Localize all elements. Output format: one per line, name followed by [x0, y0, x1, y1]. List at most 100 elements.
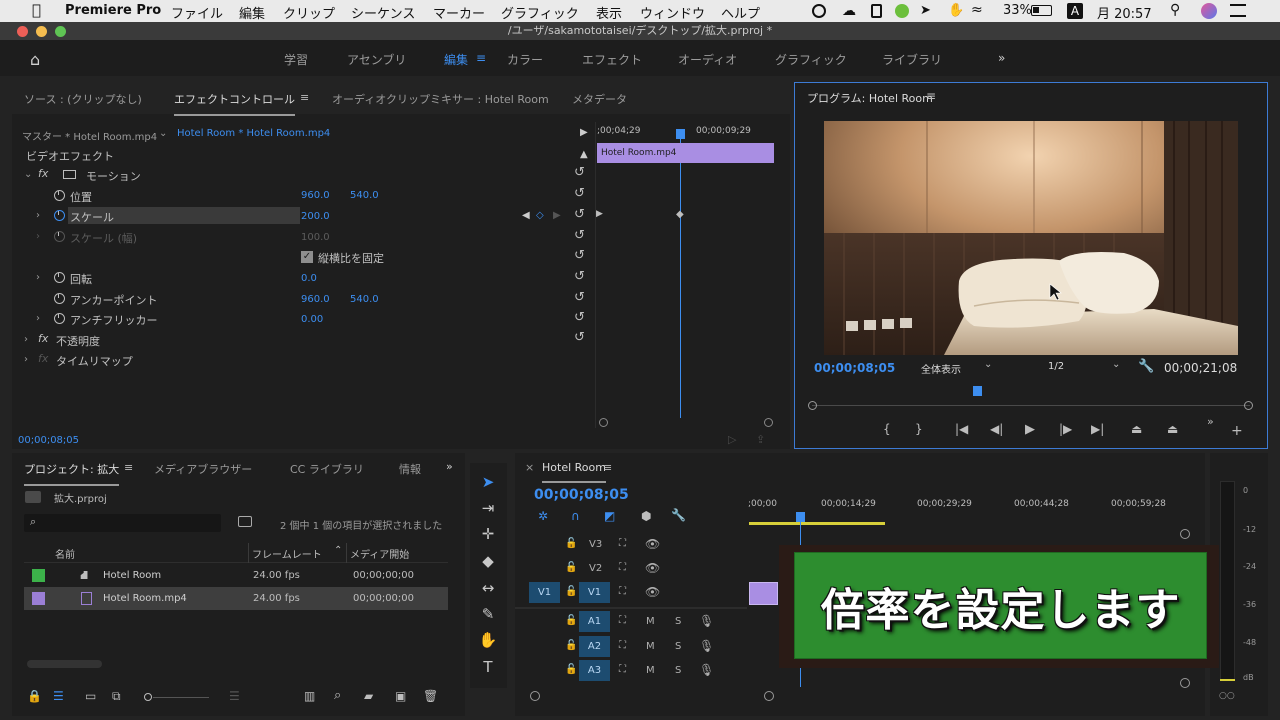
lock-icon[interactable]: 🔓	[565, 615, 577, 626]
reset-icon[interactable]: ↺	[574, 249, 588, 263]
ripple-edit-tool-icon[interactable]: ✛	[478, 525, 498, 545]
keyframe-start-icon[interactable]: ▶	[596, 209, 603, 219]
column-divider[interactable]	[346, 543, 347, 563]
video-clip[interactable]	[749, 582, 778, 605]
item-name[interactable]: Hotel Room.mp4	[103, 593, 187, 604]
master-clip-label[interactable]: マスター * Hotel Room.mp4	[22, 128, 157, 143]
scroll-handle[interactable]	[764, 691, 774, 701]
menu-clip[interactable]: クリップ	[283, 3, 335, 22]
arrow-icon[interactable]: ➤	[920, 3, 931, 18]
timeline-settings-icon[interactable]: 🔧	[671, 508, 686, 522]
wifi-icon[interactable]: ≈	[971, 2, 983, 18]
effect-timecode[interactable]: 00;00;08;05	[18, 435, 79, 446]
lock-icon[interactable]: 🔓	[565, 538, 577, 549]
workspace-menu-icon[interactable]: ≡	[476, 51, 486, 65]
panel-menu-icon[interactable]: ≡	[603, 461, 612, 474]
sync-lock-icon[interactable]: ⛶	[619, 664, 626, 675]
reset-icon[interactable]: ↺	[574, 270, 588, 284]
stopwatch-active-icon[interactable]	[54, 210, 65, 221]
track-name[interactable]: V3	[589, 539, 602, 550]
resolution-dropdown[interactable]: 1/2	[1048, 361, 1064, 372]
lock-icon[interactable]: 🔓	[565, 640, 577, 651]
workspace-effects[interactable]: エフェクト	[582, 51, 642, 68]
spotlight-search-icon[interactable]: ⚲	[1170, 2, 1180, 18]
tab-info[interactable]: 情報	[399, 461, 421, 477]
workspace-editing[interactable]: 編集	[444, 51, 468, 68]
list-view-icon[interactable]: ☰	[53, 689, 64, 703]
slip-tool-icon[interactable]: ↔	[478, 579, 498, 599]
program-scrub-bar[interactable]	[812, 405, 1250, 406]
app-menu[interactable]: Premiere Pro	[65, 3, 161, 18]
item-name[interactable]: Hotel Room	[103, 570, 161, 581]
workspace-assembly[interactable]: アセンブリ	[347, 51, 406, 68]
rotation-value[interactable]: 0.0	[301, 273, 317, 284]
reset-icon[interactable]: ↺	[574, 166, 588, 180]
record-icon[interactable]	[812, 4, 826, 18]
solo-button[interactable]: S	[675, 665, 681, 676]
reset-icon[interactable]: ↺	[574, 187, 588, 201]
wrench-icon[interactable]: 🔧	[1138, 359, 1154, 374]
scroll-handle[interactable]	[1180, 678, 1190, 688]
microphone-icon[interactable]: 🎙	[699, 663, 714, 677]
play-clip-icon[interactable]: ▶	[580, 127, 588, 138]
panel-menu-icon[interactable]: ≡	[300, 91, 309, 104]
project-search-input[interactable]: ⌕	[24, 514, 221, 532]
sort-ascending-icon[interactable]: ⌃	[334, 545, 342, 556]
project-row[interactable]: ⛘ Hotel Room 24.00 fps 00;00;00;00	[24, 564, 448, 587]
position-x-value[interactable]: 960.0	[301, 190, 330, 201]
sync-lock-icon[interactable]: ⛶	[619, 586, 626, 597]
anti-flicker-value[interactable]: 0.00	[301, 314, 323, 325]
automate-to-sequence-icon[interactable]: ▥	[304, 689, 315, 703]
apple-icon[interactable]: 	[32, 1, 41, 19]
scroll-handle[interactable]	[1244, 401, 1253, 410]
sort-icon[interactable]: ☰	[229, 689, 240, 703]
label-color-swatch[interactable]	[32, 569, 45, 582]
freeform-view-icon[interactable]: ⧉	[112, 689, 121, 704]
label-color-swatch[interactable]	[32, 592, 45, 605]
workspace-learn[interactable]: 学習	[284, 51, 308, 68]
uniform-scale-checkbox[interactable]: ✓	[301, 251, 313, 263]
home-icon[interactable]: ⌂	[30, 50, 40, 69]
tab-audio-clip-mixer[interactable]: オーディオクリップミキサー : Hotel Room	[332, 91, 549, 107]
panel-menu-icon[interactable]: ≡	[124, 461, 133, 474]
play-icon[interactable]: ▶	[1025, 422, 1035, 437]
menu-edit[interactable]: 編集	[239, 3, 265, 22]
nest-icon[interactable]: ✲	[538, 509, 548, 523]
new-item-icon[interactable]: ▣	[395, 689, 406, 703]
battery-icon[interactable]	[1031, 5, 1052, 16]
reset-icon[interactable]: ↺	[574, 291, 588, 305]
mute-button[interactable]: M	[646, 641, 655, 652]
program-monitor-title[interactable]: プログラム: Hotel Room	[807, 90, 933, 106]
workspace-color[interactable]: カラー	[507, 51, 543, 68]
hand-icon[interactable]: ✋	[948, 3, 964, 18]
sync-lock-icon[interactable]: ⛶	[619, 640, 626, 651]
stopwatch-icon[interactable]	[54, 272, 65, 283]
next-keyframe-icon[interactable]: ▶	[553, 210, 561, 221]
scroll-handle[interactable]	[808, 401, 817, 410]
menu-graphics[interactable]: グラフィック	[501, 3, 579, 22]
stopwatch-icon[interactable]	[54, 293, 65, 304]
step-forward-icon[interactable]: |▶	[1059, 422, 1072, 436]
menu-window[interactable]: ウィンドウ	[640, 3, 705, 22]
chevron-right-icon[interactable]: ›	[24, 334, 28, 345]
lock-icon[interactable]: 🔓	[565, 664, 577, 675]
workspace-audio[interactable]: オーディオ	[678, 51, 737, 68]
filter-icon[interactable]: ▷	[728, 433, 736, 446]
chevron-right-icon[interactable]: ›	[36, 313, 40, 324]
source-patch-v1[interactable]: V1	[529, 582, 560, 603]
track-target-a1[interactable]: A1	[579, 611, 610, 632]
menu-file[interactable]: ファイル	[171, 3, 223, 22]
program-video-frame[interactable]	[824, 121, 1238, 355]
microphone-icon[interactable]: 🎙	[699, 639, 714, 653]
anchor-y-value[interactable]: 540.0	[350, 294, 379, 305]
creative-cloud-icon[interactable]: ☁	[842, 3, 856, 19]
reset-icon[interactable]: ↺	[574, 229, 588, 243]
fit-dropdown[interactable]: 全体表示	[921, 361, 961, 376]
track-target-a3[interactable]: A3	[579, 660, 610, 681]
mark-in-icon[interactable]: {	[883, 422, 891, 436]
track-select-tool-icon[interactable]: ⇥	[478, 499, 498, 519]
mini-clip-bar[interactable]: Hotel Room.mp4	[597, 143, 774, 163]
chevron-down-icon[interactable]: ⌄	[159, 128, 167, 139]
zoom-window-button[interactable]	[55, 26, 66, 37]
effect-mini-timeline[interactable]: ;00;04;29 00;00;09;29 Hotel Room.mp4 ▶ ◆	[595, 122, 780, 428]
